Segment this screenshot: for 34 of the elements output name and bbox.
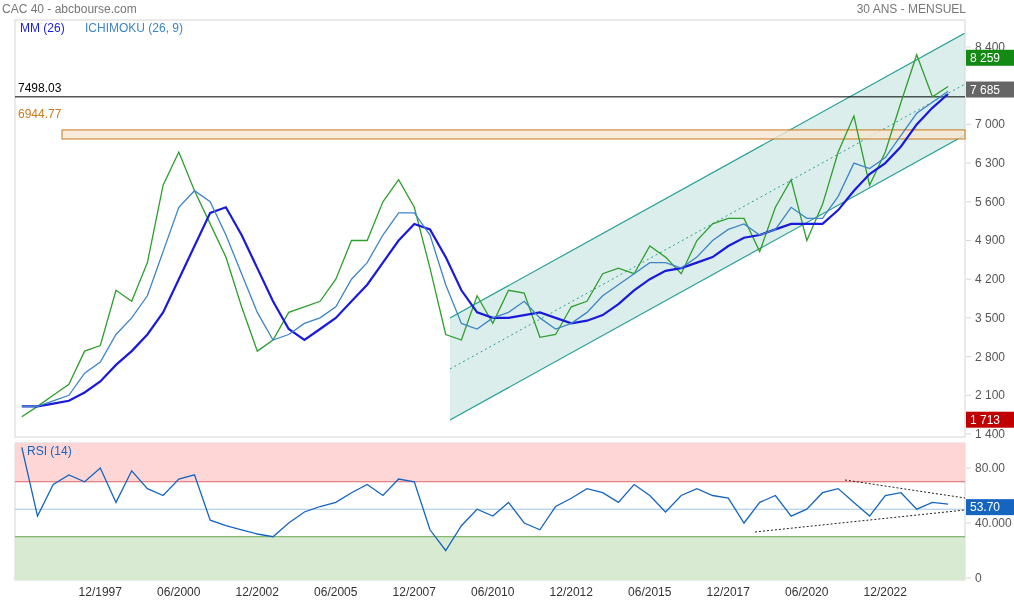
axis-tick-label: 1 400	[975, 427, 1006, 440]
value-tag: 8 259	[966, 49, 1014, 66]
axis-tick-label: 80.00	[975, 461, 1006, 475]
axis-tick-label: 06/2015	[628, 585, 672, 599]
axis-tick-label: 0	[975, 570, 982, 585]
chart-title: CAC 40 - abcbourse.com	[2, 1, 137, 18]
band-label: 6944.77	[18, 106, 62, 121]
axis-tick-label: 4 200	[975, 272, 1006, 287]
axis-tick-label: 4 900	[975, 233, 1006, 248]
axis-tick-label: 06/2010	[471, 585, 515, 599]
axis-tick-label: 12/2017	[706, 585, 750, 599]
axis-tick-label: 06/2020	[785, 585, 829, 599]
value-tag: 53.70	[966, 499, 1014, 516]
axis-tick-label: 5 600	[975, 194, 1006, 209]
axis-tick-label: 2 100	[975, 388, 1006, 403]
axis-tick-label: 06/2000	[157, 585, 201, 599]
level-label: 7498.03	[18, 80, 62, 95]
rsi-title: RSI (14)	[27, 444, 72, 458]
value-tag: 1 713	[966, 411, 1014, 428]
axis-tick-label: 2 800	[975, 349, 1006, 364]
axis-tick-label: 12/2007	[392, 585, 436, 599]
axis-tick-label: 6 300	[975, 156, 1006, 171]
axis-tick-label: 12/1997	[78, 585, 122, 599]
axis-tick-label: 12/2002	[235, 585, 279, 599]
axis-tick-label: 7 000	[975, 117, 1006, 132]
axis-tick-label: 12/2012	[549, 585, 593, 599]
axis-tick-label: 40.000	[975, 515, 1012, 530]
legend-label: MM (26)	[20, 21, 65, 35]
value-tag: 7 685	[966, 81, 1014, 98]
axis-tick-label: 3 500	[975, 310, 1006, 325]
axis-tick-label: 12/2022	[863, 585, 907, 599]
axis-tick-label: 06/2005	[314, 585, 358, 599]
period-label: 30 ANS - MENSUEL	[856, 1, 966, 18]
legend-label: ICHIMOKU (26, 9)	[85, 21, 183, 35]
